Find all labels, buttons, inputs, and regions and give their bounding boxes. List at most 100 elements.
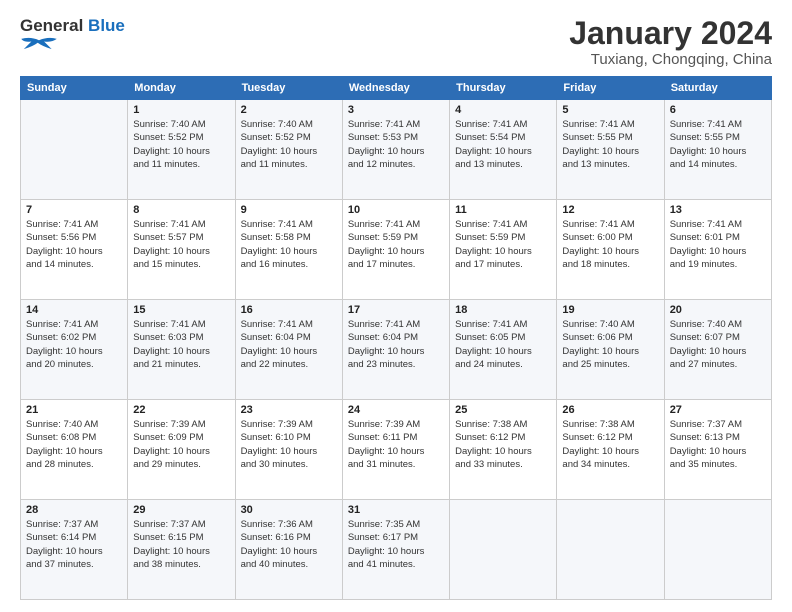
day-number: 1 (133, 104, 229, 116)
table-row: 28 Sunrise: 7:37 AMSunset: 6:14 PMDayligh… (21, 500, 128, 600)
calendar-week-row: 28 Sunrise: 7:37 AMSunset: 6:14 PMDayligh… (21, 500, 772, 600)
day-number: 29 (133, 504, 229, 516)
day-info: Sunrise: 7:41 AMSunset: 5:59 PMDaylight:… (455, 218, 551, 271)
table-row (450, 500, 557, 600)
table-row: 11Sunrise: 7:41 AMSunset: 5:59 PMDayligh… (450, 200, 557, 300)
table-row: 10 Sunrise: 7:41 AMSunset: 5:59 PMDayligh… (342, 200, 449, 300)
day-info: Sunrise: 7:41 AMSunset: 6:03 PMDaylight:… (133, 318, 229, 371)
calendar-week-row: 21 Sunrise: 7:40 AMSunset: 6:08 PMDayligh… (21, 400, 772, 500)
day-info: Sunrise: 7:40 AMSunset: 6:07 PMDaylight:… (670, 318, 766, 371)
table-row: 16 Sunrise: 7:41 AMSunset: 6:04 PMDayligh… (235, 300, 342, 400)
day-info: Sunrise: 7:37 AMSunset: 6:13 PMDaylight:… (670, 418, 766, 471)
day-number: 14 (26, 304, 122, 316)
calendar-subtitle: Tuxiang, Chongqing, China (569, 51, 772, 68)
calendar-header-row: Sunday Monday Tuesday Wednesday Thursday… (21, 77, 772, 100)
table-row: 22 Sunrise: 7:39 AMSunset: 6:09 PMDayligh… (128, 400, 235, 500)
day-number: 8 (133, 204, 229, 216)
day-number: 26 (562, 404, 658, 416)
header: General Blue January 2024 Tuxiang, Chong… (20, 16, 772, 68)
day-number: 4 (455, 104, 551, 116)
day-number: 12 (562, 204, 658, 216)
calendar-title: January 2024 (569, 16, 772, 51)
table-row: 24 Sunrise: 7:39 AMSunset: 6:11 PMDayligh… (342, 400, 449, 500)
day-info: Sunrise: 7:41 AMSunset: 5:56 PMDaylight:… (26, 218, 122, 271)
day-number: 6 (670, 104, 766, 116)
col-thursday: Thursday (450, 77, 557, 100)
day-info: Sunrise: 7:35 AMSunset: 6:17 PMDaylight:… (348, 518, 444, 571)
col-monday: Monday (128, 77, 235, 100)
logo-blue: Blue (83, 16, 125, 35)
day-info: Sunrise: 7:41 AMSunset: 5:55 PMDaylight:… (670, 118, 766, 171)
day-number: 24 (348, 404, 444, 416)
day-info: Sunrise: 7:41 AMSunset: 6:02 PMDaylight:… (26, 318, 122, 371)
day-info: Sunrise: 7:39 AMSunset: 6:09 PMDaylight:… (133, 418, 229, 471)
day-number: 17 (348, 304, 444, 316)
day-info: Sunrise: 7:36 AMSunset: 6:16 PMDaylight:… (241, 518, 337, 571)
col-friday: Friday (557, 77, 664, 100)
day-info: Sunrise: 7:40 AMSunset: 5:52 PMDaylight:… (241, 118, 337, 171)
table-row: 9 Sunrise: 7:41 AMSunset: 5:58 PMDaylight… (235, 200, 342, 300)
day-info: Sunrise: 7:40 AMSunset: 6:08 PMDaylight:… (26, 418, 122, 471)
day-info: Sunrise: 7:41 AMSunset: 5:58 PMDaylight:… (241, 218, 337, 271)
day-number: 30 (241, 504, 337, 516)
day-number: 28 (26, 504, 122, 516)
day-info: Sunrise: 7:41 AMSunset: 6:00 PMDaylight:… (562, 218, 658, 271)
day-number: 25 (455, 404, 551, 416)
table-row: 3 Sunrise: 7:41 AMSunset: 5:53 PMDaylight… (342, 100, 449, 200)
day-info: Sunrise: 7:41 AMSunset: 6:04 PMDaylight:… (241, 318, 337, 371)
day-number: 9 (241, 204, 337, 216)
day-info: Sunrise: 7:38 AMSunset: 6:12 PMDaylight:… (562, 418, 658, 471)
table-row (664, 500, 771, 600)
day-info: Sunrise: 7:41 AMSunset: 6:05 PMDaylight:… (455, 318, 551, 371)
table-row: 14 Sunrise: 7:41 AMSunset: 6:02 PMDayligh… (21, 300, 128, 400)
table-row: 13 Sunrise: 7:41 AMSunset: 6:01 PMDayligh… (664, 200, 771, 300)
table-row: 8 Sunrise: 7:41 AMSunset: 5:57 PMDaylight… (128, 200, 235, 300)
day-number: 10 (348, 204, 444, 216)
table-row: 21 Sunrise: 7:40 AMSunset: 6:08 PMDayligh… (21, 400, 128, 500)
day-info: Sunrise: 7:41 AMSunset: 5:54 PMDaylight:… (455, 118, 551, 171)
table-row: 17 Sunrise: 7:41 AMSunset: 6:04 PMDayligh… (342, 300, 449, 400)
day-info: Sunrise: 7:39 AMSunset: 6:11 PMDaylight:… (348, 418, 444, 471)
day-number: 13 (670, 204, 766, 216)
day-number: 7 (26, 204, 122, 216)
calendar-table: Sunday Monday Tuesday Wednesday Thursday… (20, 76, 772, 600)
table-row: 23Sunrise: 7:39 AMSunset: 6:10 PMDayligh… (235, 400, 342, 500)
col-wednesday: Wednesday (342, 77, 449, 100)
day-number: 27 (670, 404, 766, 416)
col-tuesday: Tuesday (235, 77, 342, 100)
table-row: 15Sunrise: 7:41 AMSunset: 6:03 PMDayligh… (128, 300, 235, 400)
day-info: Sunrise: 7:37 AMSunset: 6:14 PMDaylight:… (26, 518, 122, 571)
day-info: Sunrise: 7:41 AMSunset: 5:53 PMDaylight:… (348, 118, 444, 171)
calendar-week-row: 7 Sunrise: 7:41 AMSunset: 5:56 PMDaylight… (21, 200, 772, 300)
day-info: Sunrise: 7:41 AMSunset: 5:57 PMDaylight:… (133, 218, 229, 271)
day-number: 19 (562, 304, 658, 316)
table-row: 5Sunrise: 7:41 AMSunset: 5:55 PMDaylight… (557, 100, 664, 200)
day-number: 3 (348, 104, 444, 116)
day-number: 21 (26, 404, 122, 416)
table-row: 26 Sunrise: 7:38 AMSunset: 6:12 PMDayligh… (557, 400, 664, 500)
table-row: 27 Sunrise: 7:37 AMSunset: 6:13 PMDayligh… (664, 400, 771, 500)
day-number: 16 (241, 304, 337, 316)
table-row: 20 Sunrise: 7:40 AMSunset: 6:07 PMDayligh… (664, 300, 771, 400)
day-number: 2 (241, 104, 337, 116)
logo-general: General (20, 16, 83, 35)
logo: General Blue (20, 16, 125, 57)
table-row: 12 Sunrise: 7:41 AMSunset: 6:00 PMDayligh… (557, 200, 664, 300)
table-row: 31 Sunrise: 7:35 AMSunset: 6:17 PMDayligh… (342, 500, 449, 600)
table-row (21, 100, 128, 200)
day-info: Sunrise: 7:40 AMSunset: 6:06 PMDaylight:… (562, 318, 658, 371)
day-info: Sunrise: 7:41 AMSunset: 6:01 PMDaylight:… (670, 218, 766, 271)
table-row (557, 500, 664, 600)
day-number: 23 (241, 404, 337, 416)
day-number: 20 (670, 304, 766, 316)
day-number: 22 (133, 404, 229, 416)
table-row: 19 Sunrise: 7:40 AMSunset: 6:06 PMDayligh… (557, 300, 664, 400)
table-row: 6 Sunrise: 7:41 AMSunset: 5:55 PMDaylight… (664, 100, 771, 200)
title-block: January 2024 Tuxiang, Chongqing, China (569, 16, 772, 68)
calendar-week-row: 1 Sunrise: 7:40 AMSunset: 5:52 PMDaylight… (21, 100, 772, 200)
table-row: 18Sunrise: 7:41 AMSunset: 6:05 PMDayligh… (450, 300, 557, 400)
table-row: 2 Sunrise: 7:40 AMSunset: 5:52 PMDaylight… (235, 100, 342, 200)
day-info: Sunrise: 7:41 AMSunset: 6:04 PMDaylight:… (348, 318, 444, 371)
day-info: Sunrise: 7:41 AMSunset: 5:59 PMDaylight:… (348, 218, 444, 271)
day-number: 31 (348, 504, 444, 516)
